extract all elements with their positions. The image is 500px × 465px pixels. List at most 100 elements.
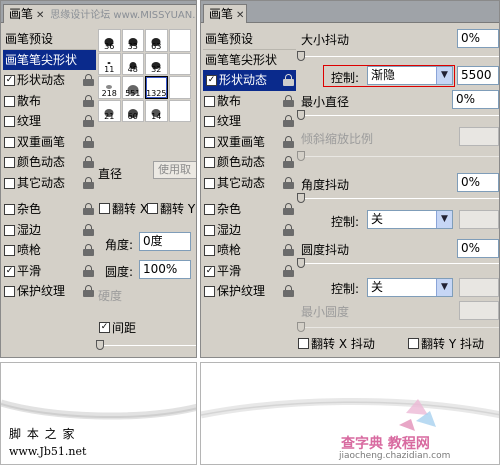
brush-tip[interactable]: 14 (145, 99, 168, 122)
roundness-control-select[interactable]: 关 ▼ (367, 278, 453, 297)
chevron-down-icon[interactable]: ▼ (436, 211, 452, 228)
lock-icon[interactable] (83, 264, 94, 277)
checkbox-checked[interactable]: ✓ (99, 322, 110, 333)
checkbox[interactable] (4, 177, 15, 189)
brush-tip[interactable]: 60 (121, 99, 144, 122)
checkbox[interactable] (4, 245, 15, 256)
brush-tip[interactable] (168, 99, 191, 122)
min-diameter-slider[interactable] (297, 110, 499, 120)
lock-icon[interactable] (83, 135, 94, 148)
lock-icon[interactable] (83, 115, 94, 127)
checkbox[interactable] (4, 286, 15, 297)
spacing-checkbox[interactable]: ✓ 间距 (98, 321, 136, 335)
list-item-dual-brush[interactable]: 双重画笔 (203, 132, 296, 153)
flip-y-jitter-checkbox[interactable]: 翻转 Y 抖动 (407, 337, 484, 351)
close-icon[interactable]: ✕ (236, 10, 244, 21)
checkbox[interactable] (204, 95, 215, 107)
brush-tip-selected[interactable]: 1325 (145, 76, 168, 99)
lock-icon[interactable] (83, 176, 94, 189)
fade-steps-input[interactable]: 5500 (457, 66, 499, 85)
lock-icon[interactable] (283, 94, 294, 107)
checkbox[interactable] (4, 157, 15, 168)
flip-x-jitter-checkbox[interactable]: 翻转 X 抖动 (297, 337, 375, 351)
list-item-brush-tip-shape[interactable]: 画笔笔尖形状 (3, 49, 96, 70)
list-item-brush-tip-shape[interactable]: 画笔笔尖形状 (203, 50, 296, 71)
list-item-airbrush[interactable]: 喷枪 (3, 240, 96, 261)
list-item-scattering[interactable]: 散布 (203, 91, 296, 112)
lock-icon[interactable] (283, 156, 294, 168)
list-item-smoothing[interactable]: ✓ 平滑 (203, 261, 296, 282)
brush-tip[interactable] (168, 52, 191, 75)
checkbox[interactable] (4, 116, 15, 127)
spacing-slider[interactable] (96, 340, 196, 350)
lock-icon[interactable] (83, 156, 94, 168)
list-item-color-dynamics[interactable]: 颜色动态 (3, 152, 96, 173)
chevron-down-icon[interactable]: ▼ (436, 279, 452, 296)
slider-thumb[interactable] (96, 340, 104, 350)
chevron-down-icon[interactable]: ▼ (436, 67, 452, 84)
list-item-airbrush[interactable]: 喷枪 (203, 240, 296, 261)
brush-tip[interactable]: 551 (121, 76, 144, 99)
lock-icon[interactable] (283, 223, 294, 236)
list-item-shape-dynamics[interactable]: ✓ 形状动态 (3, 70, 96, 91)
lock-icon[interactable] (83, 244, 94, 256)
list-item-noise[interactable]: 杂色 (3, 199, 96, 220)
checkbox[interactable] (204, 157, 215, 168)
list-item-wet-edges[interactable]: 湿边 (203, 220, 296, 241)
lock-icon[interactable] (83, 74, 94, 86)
roundness-jitter-slider[interactable] (297, 258, 499, 268)
size-jitter-input[interactable]: 0% (457, 29, 499, 48)
size-control-select[interactable]: 渐隐 ▼ (367, 66, 453, 85)
brush-tip[interactable]: 48 (121, 52, 144, 75)
checkbox[interactable] (4, 204, 15, 215)
list-item-protect-texture[interactable]: 保护纹理 (203, 281, 296, 302)
brush-tip[interactable]: 32 (145, 52, 168, 75)
lock-icon[interactable] (83, 203, 94, 215)
checkbox[interactable] (408, 338, 419, 349)
lock-icon[interactable] (83, 223, 94, 236)
list-item-color-dynamics[interactable]: 颜色动态 (203, 152, 296, 173)
list-item-noise[interactable]: 杂色 (203, 199, 296, 220)
roundness-input[interactable]: 100% (139, 260, 191, 279)
brush-tip[interactable]: 63 (145, 29, 168, 52)
brush-tip[interactable]: 218 (98, 76, 121, 99)
lock-icon[interactable] (283, 176, 294, 189)
brush-tip[interactable]: 11 (98, 52, 121, 75)
flip-y-checkbox[interactable]: 翻转 Y (146, 202, 195, 216)
list-item-scattering[interactable]: 散布 (3, 91, 96, 112)
list-item-smoothing[interactable]: ✓ 平滑 (3, 261, 96, 282)
flip-x-checkbox[interactable]: 翻转 X (98, 202, 148, 216)
checkbox[interactable] (204, 136, 215, 148)
checkbox-checked[interactable]: ✓ (4, 265, 15, 277)
min-diameter-input[interactable]: 0% (452, 90, 499, 109)
list-item-protect-texture[interactable]: 保护纹理 (3, 281, 96, 302)
checkbox[interactable] (204, 177, 215, 189)
brush-tip[interactable] (168, 76, 191, 99)
brush-tip[interactable]: 36 (98, 29, 121, 52)
lock-icon[interactable] (83, 285, 94, 297)
lock-icon[interactable] (283, 135, 294, 148)
checkbox[interactable] (147, 203, 158, 214)
checkbox[interactable] (298, 338, 309, 349)
angle-control-select[interactable]: 关 ▼ (367, 210, 453, 229)
brush-tip[interactable] (168, 29, 191, 52)
list-item-dual-brush[interactable]: 双重画笔 (3, 132, 96, 153)
list-item-other-dynamics[interactable]: 其它动态 (3, 173, 96, 194)
checkbox[interactable] (4, 95, 15, 107)
list-item-texture[interactable]: 纹理 (203, 111, 296, 132)
checkbox[interactable] (204, 116, 215, 127)
angle-jitter-slider[interactable] (297, 193, 499, 203)
lock-icon[interactable] (83, 94, 94, 107)
checkbox[interactable] (4, 136, 15, 148)
lock-icon[interactable] (283, 115, 294, 127)
checkbox[interactable] (204, 224, 215, 236)
angle-input[interactable]: 0度 (139, 232, 191, 251)
roundness-jitter-input[interactable]: 0% (457, 239, 499, 258)
list-item-wet-edges[interactable]: 湿边 (3, 220, 96, 241)
list-item-brush-presets[interactable]: 画笔预设 (3, 29, 96, 50)
checkbox[interactable] (204, 204, 215, 215)
lock-icon[interactable] (283, 244, 294, 256)
tab-brush[interactable]: 画笔✕ 思缘设计论坛 www.MISSYUAN.COM (3, 4, 196, 23)
checkbox[interactable] (99, 203, 110, 214)
lock-icon[interactable] (283, 203, 294, 215)
